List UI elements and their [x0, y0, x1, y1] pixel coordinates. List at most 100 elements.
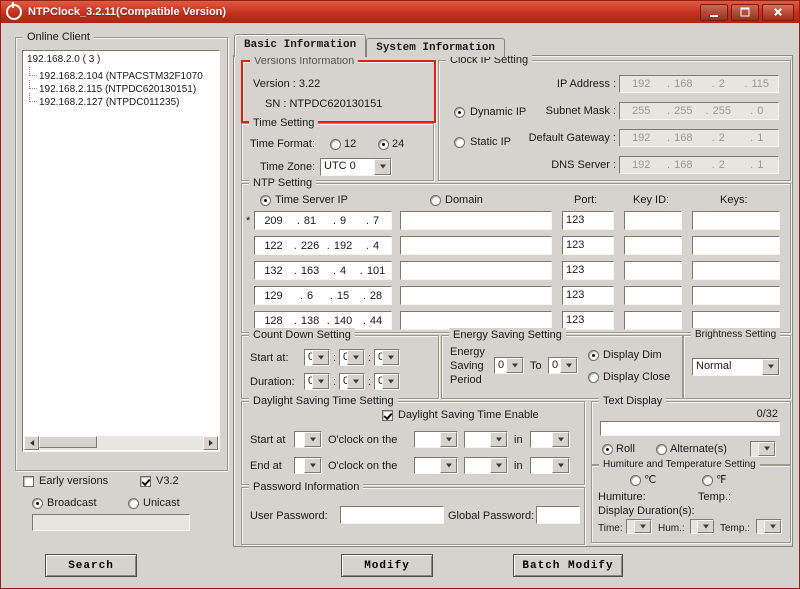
- client-list[interactable]: 192.168.2.0 ( 3 ) 192.168.2.104 (NTPACST…: [22, 50, 220, 452]
- dst-start-hour-select[interactable]: [294, 431, 322, 448]
- dst-end-hour-select[interactable]: [294, 457, 322, 474]
- duration-minute-select[interactable]: 0: [339, 373, 365, 390]
- ip-octet: 138: [290, 315, 323, 327]
- ntp-port-input-2[interactable]: 123: [562, 236, 614, 255]
- dst-start-week-select[interactable]: [414, 431, 458, 448]
- search-button[interactable]: Search: [45, 554, 137, 577]
- dst-start-month-select[interactable]: [530, 431, 570, 448]
- ntp-keys-input-1[interactable]: [692, 211, 780, 230]
- ntp-keys-input-3[interactable]: [692, 261, 780, 280]
- display-dim-radio[interactable]: [588, 350, 599, 361]
- ntp-keyid-input-5[interactable]: [624, 311, 682, 330]
- energy-from-select[interactable]: 0: [494, 357, 524, 374]
- time-server-ip-radio[interactable]: [260, 195, 271, 206]
- roll-radio[interactable]: [602, 444, 613, 455]
- tree-root-item[interactable]: 192.168.2.0 ( 3 ): [27, 54, 100, 65]
- ntp-keyid-input-3[interactable]: [624, 261, 682, 280]
- dst-end-day-select[interactable]: [464, 457, 508, 474]
- duration-hour-select[interactable]: 0: [304, 373, 330, 390]
- scrollbar-thumb[interactable]: [39, 436, 97, 448]
- maximize-button[interactable]: [731, 4, 759, 21]
- display-close-radio[interactable]: [588, 372, 599, 383]
- ntp-domain-input-2[interactable]: [400, 236, 552, 255]
- group-title: Brightness Setting: [691, 328, 780, 342]
- dst-start-day-select[interactable]: [464, 431, 508, 448]
- alternate-radio[interactable]: [656, 444, 667, 455]
- dst-enable-checkbox[interactable]: [382, 410, 393, 421]
- ip-address-label: IP Address :: [499, 78, 616, 91]
- ntp-keyid-input-4[interactable]: [624, 286, 682, 305]
- format-12-radio[interactable]: [330, 139, 341, 150]
- ip-octet: 168: [661, 132, 700, 144]
- temp-duration-select[interactable]: [756, 519, 782, 534]
- dst-end-week-select[interactable]: [414, 457, 458, 474]
- unicast-address-field[interactable]: [32, 514, 190, 531]
- domain-radio[interactable]: [430, 195, 441, 206]
- subnet-mask-field[interactable]: 2552552550: [619, 102, 779, 120]
- scroll-left-icon[interactable]: [24, 436, 39, 450]
- ntp-port-input-1[interactable]: 123: [562, 211, 614, 230]
- dst-oclock-label: O'clock on the: [328, 460, 397, 473]
- batch-modify-button[interactable]: Batch Modify: [513, 554, 623, 577]
- close-button[interactable]: [762, 4, 794, 21]
- dynamic-ip-radio[interactable]: [454, 107, 465, 118]
- ntp-domain-input-1[interactable]: [400, 211, 552, 230]
- ntp-keys-input-4[interactable]: [692, 286, 780, 305]
- dns-server-field[interactable]: 19216821: [619, 156, 779, 174]
- dns-server-label: DNS Server :: [499, 159, 616, 172]
- ntp-server-ip-input-3[interactable]: 1321634101: [254, 261, 392, 280]
- display-text-input[interactable]: [600, 421, 780, 436]
- energy-to-select[interactable]: 0: [548, 357, 578, 374]
- primary-server-marker: *: [246, 215, 250, 228]
- brightness-select[interactable]: Normal: [692, 358, 780, 376]
- ip-octet: 122: [257, 240, 290, 252]
- default-gateway-field[interactable]: 19216821: [619, 129, 779, 147]
- fahrenheit-radio[interactable]: [702, 475, 713, 486]
- global-password-input[interactable]: [536, 506, 580, 524]
- static-ip-radio[interactable]: [454, 137, 465, 148]
- ntp-server-ip-input-2[interactable]: 1222261924: [254, 236, 392, 255]
- user-password-input[interactable]: [340, 506, 444, 524]
- time-zone-select[interactable]: UTC 0: [320, 158, 392, 176]
- ntp-port-input-5[interactable]: 123: [562, 311, 614, 330]
- ip-octet: 255: [622, 105, 661, 117]
- broadcast-radio[interactable]: [32, 498, 43, 509]
- start-minute-select[interactable]: 0: [339, 349, 365, 366]
- ip-address-field[interactable]: 1921682115: [619, 75, 779, 93]
- v32-checkbox[interactable]: [140, 476, 151, 487]
- ntp-server-ip-input-4[interactable]: 12961528: [254, 286, 392, 305]
- alternate-seconds-select[interactable]: [750, 441, 776, 457]
- start-second-value: 0: [375, 350, 382, 365]
- tab-system-information[interactable]: System Information: [366, 38, 505, 57]
- scrollbar-track[interactable]: [39, 436, 203, 450]
- ntp-port-input-3[interactable]: 123: [562, 261, 614, 280]
- tab-basic-information[interactable]: Basic Information: [234, 34, 366, 57]
- duration-second-select[interactable]: 0: [374, 373, 400, 390]
- ip-octet: 255: [661, 105, 700, 117]
- early-versions-checkbox[interactable]: [23, 476, 34, 487]
- ip-octet: 2: [699, 132, 738, 144]
- ip-octet: 163: [290, 265, 323, 277]
- dst-end-month-select[interactable]: [530, 457, 570, 474]
- hum-duration-select[interactable]: [690, 519, 714, 534]
- unicast-radio[interactable]: [128, 498, 139, 509]
- ntp-domain-input-4[interactable]: [400, 286, 552, 305]
- celsius-radio[interactable]: [630, 475, 641, 486]
- client-list-item[interactable]: 192.168.2.127 (NTPDC011235): [25, 93, 179, 108]
- minimize-button[interactable]: [700, 4, 728, 21]
- modify-button[interactable]: Modify: [341, 554, 433, 577]
- window-titlebar[interactable]: NTPClock_3.2.11(Compatible Version): [1, 1, 799, 23]
- client-list-hscrollbar[interactable]: [24, 436, 218, 450]
- ntp-domain-input-3[interactable]: [400, 261, 552, 280]
- format-24-radio[interactable]: [378, 139, 389, 150]
- ntp-keyid-input-2[interactable]: [624, 236, 682, 255]
- start-second-select[interactable]: 0: [374, 349, 400, 366]
- scroll-right-icon[interactable]: [203, 436, 218, 450]
- time-duration-select[interactable]: [626, 519, 652, 534]
- ntp-server-ip-input-1[interactable]: 2098197: [254, 211, 392, 230]
- ntp-port-input-4[interactable]: 123: [562, 286, 614, 305]
- ntp-keyid-input-1[interactable]: [624, 211, 682, 230]
- start-hour-select[interactable]: 0: [304, 349, 330, 366]
- ip-octet: 1: [738, 132, 777, 144]
- ntp-keys-input-2[interactable]: [692, 236, 780, 255]
